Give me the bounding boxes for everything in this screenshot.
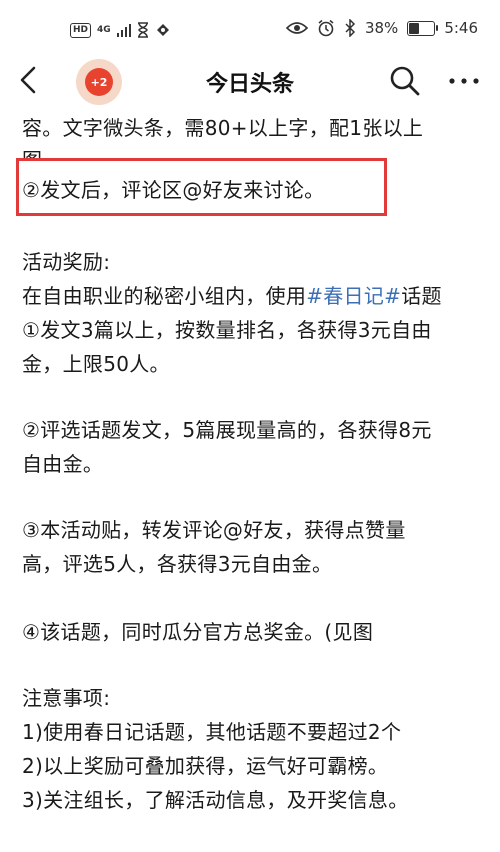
- article-line: ④该话题，同时瓜分官方总奖金。(见图: [22, 620, 374, 644]
- article-body: 容。文字微头条，需80+以上字，配1张以上 图。 ②发文后，评论区@好友来讨论。…: [0, 108, 500, 852]
- hourglass-icon: [137, 22, 148, 38]
- battery-percent: 38%: [364, 19, 399, 37]
- search-icon[interactable]: [388, 64, 422, 98]
- signal-icon: [116, 24, 131, 37]
- hd-indicator: HD: [70, 22, 92, 38]
- notification-icon: [156, 24, 169, 36]
- status-right: 38% 5:46: [285, 19, 478, 37]
- article-line: 在自由职业的秘密小组内，使用#春日记#话题: [22, 280, 442, 309]
- network-indicator: 4G: [97, 24, 111, 35]
- article-line: 高，评选5人，各获得3元自由金。: [22, 552, 333, 576]
- article-line: ①发文3篇以上，按数量排名，各获得3元自由: [22, 318, 432, 342]
- article-line: 容。文字微头条，需80+以上字，配1张以上: [22, 116, 424, 140]
- more-options-icon[interactable]: [446, 64, 482, 98]
- article-line: 3)关注组长，了解活动信息，及开奖信息。: [22, 788, 409, 812]
- bluetooth-icon: [345, 19, 356, 37]
- article-line: ②发文后，评论区@好友来讨论。: [22, 178, 325, 202]
- section-heading: 活动奖励:: [22, 250, 111, 274]
- article-line: 2)以上奖励可叠加获得，运气好可霸榜。: [22, 754, 389, 778]
- battery-level: [409, 22, 420, 34]
- line-text: 在自由职业的秘密小组内，使用: [22, 284, 307, 308]
- eye-icon: [285, 22, 308, 34]
- article-line: ②评选话题发文，5篇展现量高的，各获得8元: [22, 418, 432, 442]
- clock: 5:46: [444, 19, 478, 37]
- nav-bar: +2 今日头条: [0, 52, 500, 112]
- status-left: HD 4G: [70, 22, 171, 38]
- article-line: 1)使用春日记话题，其他话题不要超过2个: [22, 720, 402, 744]
- article-line: 金，上限50人。: [22, 352, 170, 376]
- article-line: 自由金。: [22, 452, 104, 476]
- article-line: ③本活动贴，转发评论@好友，获得点赞量: [22, 518, 406, 542]
- line-text: 话题: [401, 284, 442, 308]
- alarm-icon: [318, 19, 334, 37]
- battery-icon: [407, 20, 439, 36]
- hashtag-link[interactable]: #春日记#: [306, 284, 401, 308]
- page-title: 今日头条: [205, 72, 294, 97]
- section-heading: 注意事项:: [22, 686, 111, 710]
